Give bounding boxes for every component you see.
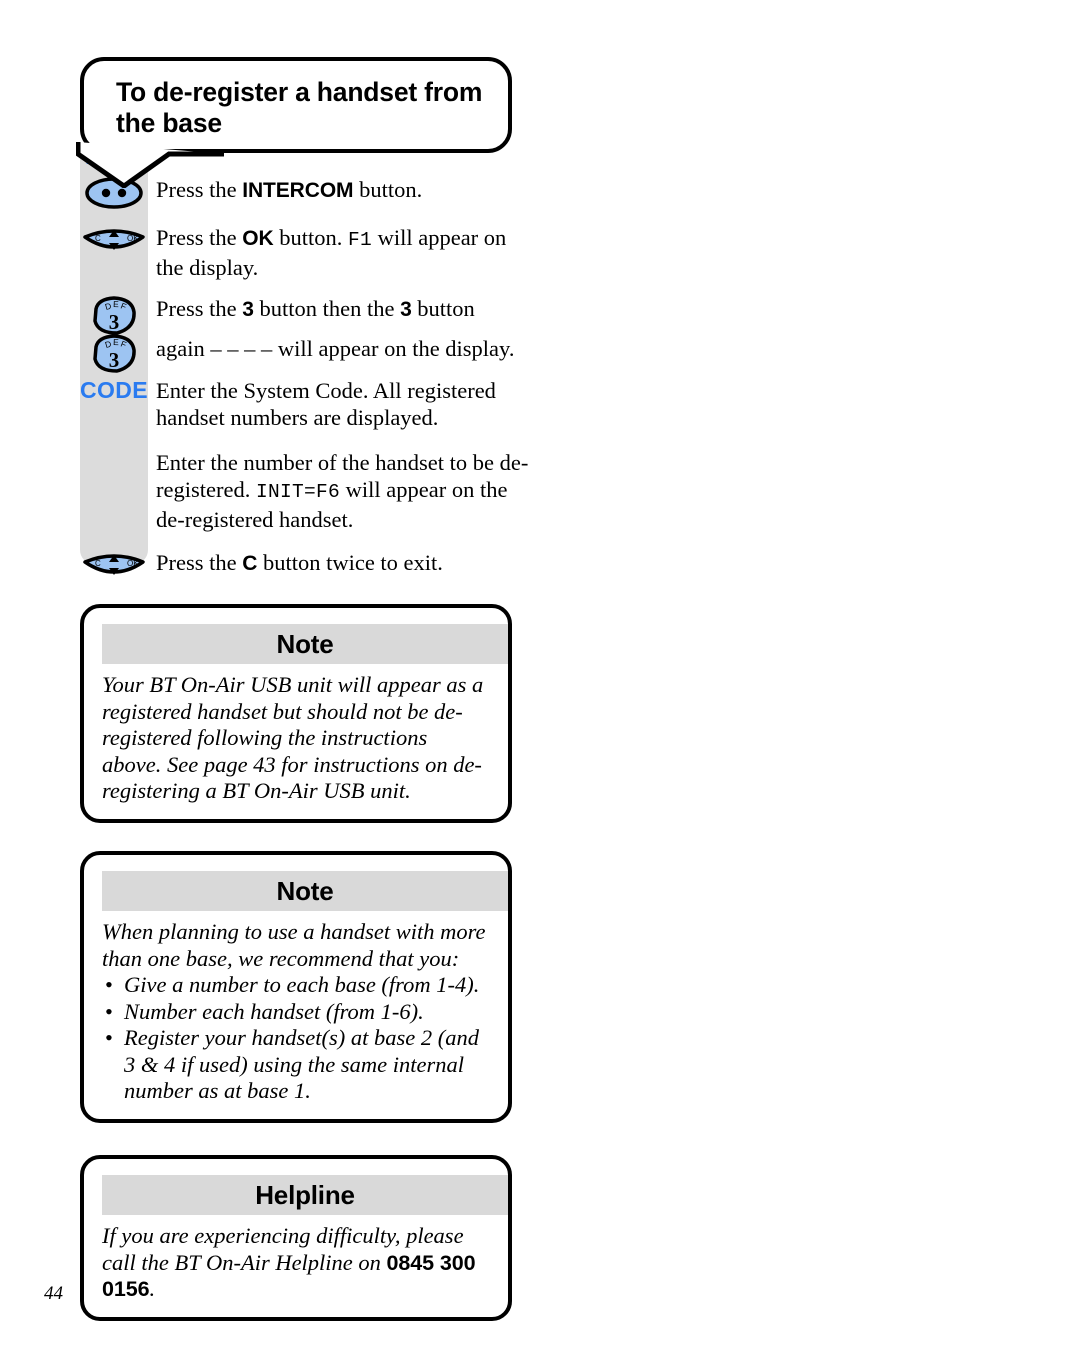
svg-text:E: E (113, 337, 119, 347)
note-body: Your BT On-Air USB unit will appear as a… (84, 664, 508, 819)
step-enter-code: CODE Enter the System Code. All register… (80, 377, 540, 431)
step-text-fragment: button. (353, 177, 423, 202)
list-item-label: Number each handset (from 1-6). (124, 998, 424, 1024)
step-ok-text: Press the OK button. F1 will appear on t… (148, 224, 540, 281)
title-callout-bubble: To de-register a handset from the base (80, 57, 512, 153)
svg-text:C: C (95, 559, 101, 568)
note-body: When planning to use a handset with more… (84, 911, 508, 1119)
note-body-text: Your BT On-Air USB unit will appear as a… (102, 672, 484, 803)
step-exit: C OK Press the C button twice to exit. (80, 549, 540, 583)
helpline-box: Helpline If you are experiencing difficu… (80, 1155, 512, 1321)
display-code: INIT=F6 (255, 481, 340, 503)
note-box-multi-base: Note When planning to use a handset with… (80, 851, 512, 1123)
list-item: • Give a number to each base (from 1-4). (102, 972, 490, 999)
page-number: 44 (44, 1283, 63, 1304)
c-navigation-button-icon[interactable]: C OK (80, 549, 148, 583)
step-text-fragment: button twice to exit. (257, 550, 443, 575)
list-item-label: Register your handset(s) at base 2 (and … (124, 1025, 479, 1103)
step-text-fragment: button. (273, 225, 348, 250)
step-key3-second-text: again – – – – will appear on the display… (148, 333, 518, 362)
note-header-bar: Note (102, 624, 508, 664)
bullet-icon: • (105, 972, 113, 997)
step-enter-handset-number: Enter the number of the handset to be de… (80, 449, 540, 533)
list-item: • Number each handset (from 1-6). (102, 999, 490, 1026)
list-item: • Register your handset(s) at base 2 (and… (102, 1025, 490, 1105)
code-label-icon: CODE (80, 377, 149, 403)
step-text-fragment: button then the (253, 296, 401, 321)
page-title-line-2: the base (116, 108, 222, 138)
helpline-text-fragment: . (149, 1276, 156, 1301)
key-3-icon[interactable]: 3 D E F (80, 333, 148, 375)
svg-text:C: C (95, 234, 101, 243)
svg-text:3: 3 (109, 310, 120, 334)
helpline-header-bar: Helpline (102, 1175, 508, 1215)
step-text-fragment: again (156, 336, 211, 361)
bubble-tail-icon (76, 142, 224, 188)
step-emphasis: 3 (400, 298, 412, 321)
display-code: F1 (347, 229, 372, 251)
note-header-bar: Note (102, 871, 508, 911)
step-text-fragment: Press the (156, 296, 243, 321)
note-bullet-list: • Give a number to each base (from 1-4). … (102, 972, 490, 1105)
step-key3-second: 3 D E F again – – – – will appear on the… (80, 333, 540, 375)
instruction-steps: Intercom Press the INTERCOM button. C OK (80, 152, 540, 583)
helpline-body: If you are experiencing difficulty, plea… (84, 1215, 508, 1317)
bullet-icon: • (105, 1025, 113, 1050)
step-enter-handset-number-text: Enter the number of the handset to be de… (148, 449, 540, 533)
bullet-icon: • (105, 998, 113, 1024)
svg-text:E: E (113, 299, 119, 309)
svg-text:OK: OK (127, 234, 139, 243)
key-3-icon[interactable]: 3 D E F (80, 295, 148, 337)
display-dashes: – – – – (210, 336, 273, 361)
note-box-usb: Note Your BT On-Air USB unit will appear… (80, 604, 512, 823)
step-key3-first-text: Press the 3 button then the 3 button (148, 295, 479, 323)
step-ok: C OK Press the OK button. F1 will appear… (80, 224, 540, 281)
helpline-body-text: If you are experiencing difficulty, plea… (102, 1223, 490, 1303)
note-heading: Note (276, 628, 334, 659)
ok-navigation-button-icon[interactable]: C OK (80, 224, 148, 258)
step-text-fragment: will appear on the display. (272, 336, 515, 361)
svg-text:3: 3 (109, 348, 120, 372)
note-intro-text: When planning to use a handset with more… (102, 919, 486, 971)
step-emphasis: 3 (242, 298, 254, 321)
step-emphasis: INTERCOM (242, 179, 354, 202)
step-text-fragment: Press the (156, 550, 243, 575)
step-emphasis: OK (242, 227, 274, 250)
step-text-fragment: Press the (156, 225, 243, 250)
list-item-label: Give a number to each base (from 1-4). (124, 972, 480, 997)
step-key3-first: 3 D E F Press the 3 button then the 3 bu… (80, 295, 540, 337)
note-heading: Note (276, 875, 334, 906)
page-title-line-1: To de-register a handset from (116, 77, 483, 107)
page-title: To de-register a handset from the base (84, 61, 508, 139)
step-enter-code-text: Enter the System Code. All registered ha… (156, 378, 496, 430)
svg-text:OK: OK (127, 559, 139, 568)
step-text-fragment: button (411, 296, 475, 321)
step-exit-text: Press the C button twice to exit. (148, 549, 447, 577)
step-emphasis: C (242, 552, 258, 575)
helpline-heading: Helpline (255, 1179, 355, 1210)
